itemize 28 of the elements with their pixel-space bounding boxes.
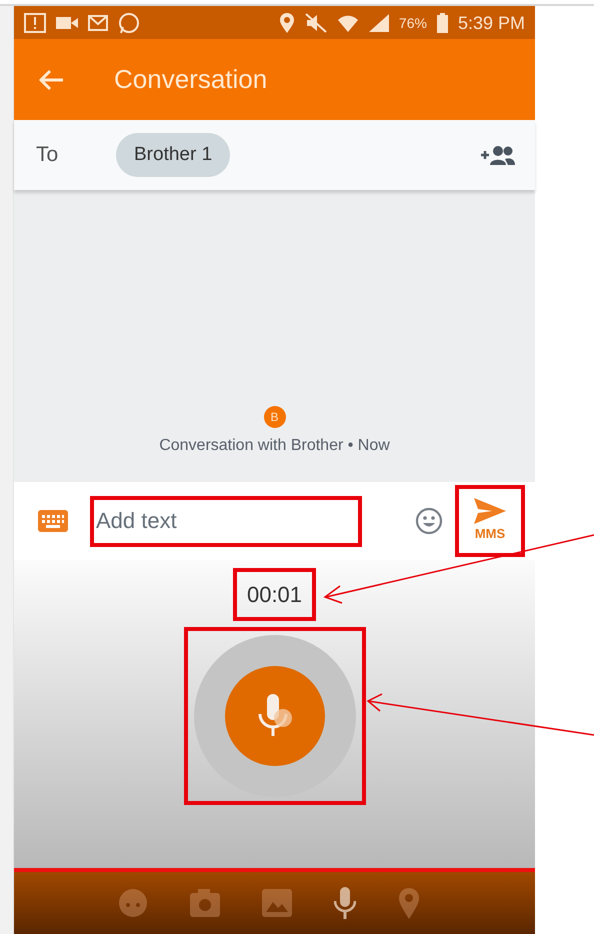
conversation-summary: Conversation with Brother • Now (159, 436, 390, 456)
chat-icon (118, 12, 140, 34)
microphone-icon (256, 694, 292, 738)
location-icon[interactable] (398, 887, 420, 919)
screen-title: Conversation (114, 63, 268, 96)
battery-icon (436, 12, 448, 32)
camera-icon[interactable] (190, 889, 220, 917)
battery-percent: 76% (398, 16, 427, 30)
image-icon[interactable] (262, 889, 292, 917)
sticker-icon[interactable] (118, 888, 148, 918)
alert-icon (24, 12, 46, 32)
mail-icon (88, 14, 108, 30)
microphone-icon[interactable] (334, 887, 356, 919)
back-arrow-icon[interactable] (38, 68, 64, 90)
clock-time: 5:39 PM (458, 14, 525, 32)
recipient-chip[interactable]: Brother 1 (116, 132, 230, 178)
keyboard-icon[interactable] (38, 510, 68, 532)
emoji-icon[interactable] (415, 507, 443, 535)
location-icon (278, 12, 295, 34)
send-icon (474, 498, 506, 524)
signal-icon (368, 14, 389, 32)
to-label: To (36, 142, 60, 168)
message-input-field[interactable]: Add text (90, 496, 362, 546)
video-icon (56, 16, 78, 30)
contact-avatar: B (264, 406, 286, 428)
mute-icon (304, 12, 327, 32)
recording-timer: 00:01 (232, 568, 316, 621)
add-people-icon[interactable] (481, 145, 515, 165)
